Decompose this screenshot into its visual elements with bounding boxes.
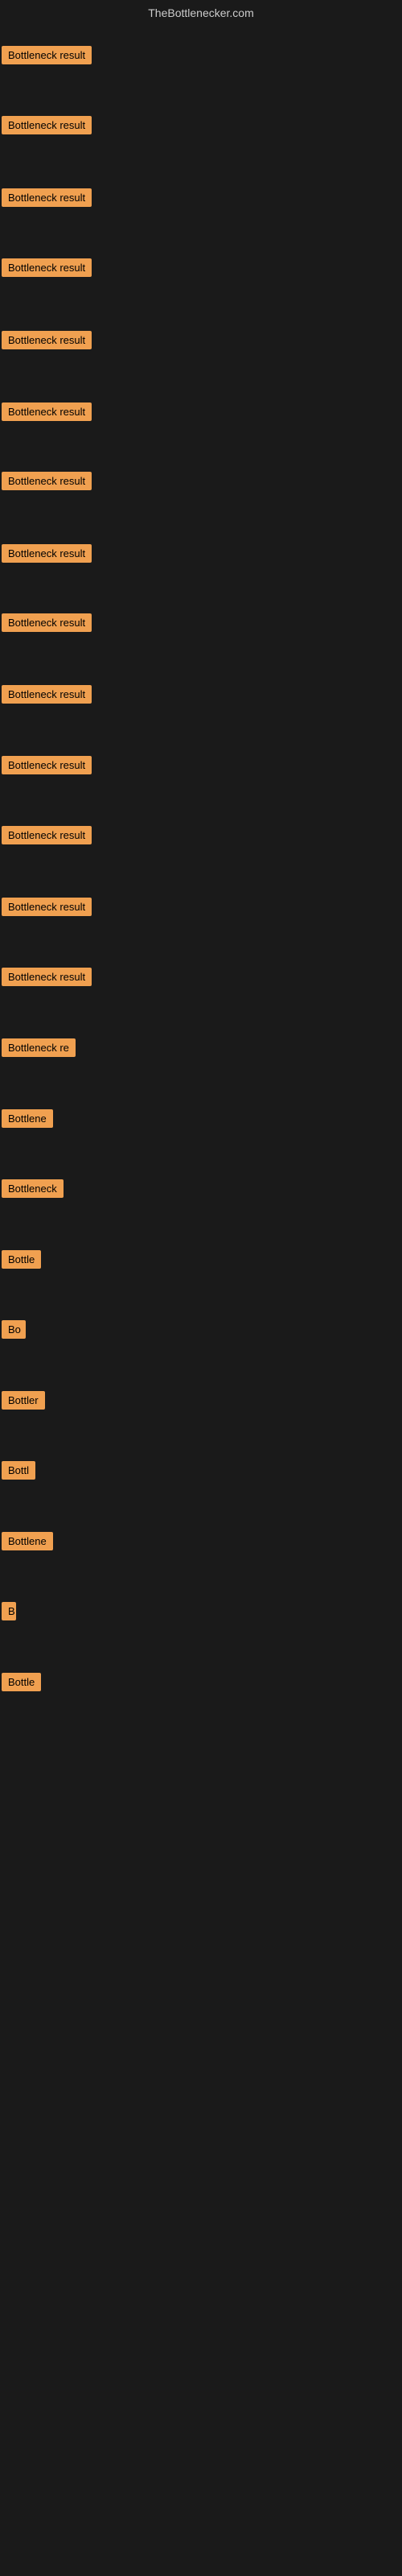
bottleneck-item-22: Bottlene	[2, 1532, 53, 1554]
bottleneck-badge-8[interactable]: Bottleneck result	[2, 544, 92, 563]
bottleneck-item-1: Bottleneck result	[2, 46, 92, 68]
bottleneck-item-6: Bottleneck result	[2, 402, 92, 425]
bottleneck-badge-10[interactable]: Bottleneck result	[2, 685, 92, 704]
bottleneck-badge-1[interactable]: Bottleneck result	[2, 46, 92, 64]
bottleneck-badge-5[interactable]: Bottleneck result	[2, 331, 92, 349]
bottleneck-badge-21[interactable]: Bottl	[2, 1461, 35, 1480]
bottleneck-item-12: Bottleneck result	[2, 826, 92, 848]
bottleneck-item-8: Bottleneck result	[2, 544, 92, 567]
bottleneck-badge-22[interactable]: Bottlene	[2, 1532, 53, 1550]
bottleneck-badge-20[interactable]: Bottler	[2, 1391, 45, 1410]
bottleneck-item-5: Bottleneck result	[2, 331, 92, 353]
bottleneck-item-10: Bottleneck result	[2, 685, 92, 708]
bottleneck-item-4: Bottleneck result	[2, 258, 92, 281]
bottleneck-badge-19[interactable]: Bo	[2, 1320, 26, 1339]
bottleneck-item-2: Bottleneck result	[2, 116, 92, 138]
bottleneck-badge-16[interactable]: Bottlene	[2, 1109, 53, 1128]
bottleneck-item-14: Bottleneck result	[2, 968, 92, 990]
bottleneck-item-7: Bottleneck result	[2, 472, 92, 494]
bottleneck-badge-12[interactable]: Bottleneck result	[2, 826, 92, 844]
bottleneck-badge-11[interactable]: Bottleneck result	[2, 756, 92, 774]
bottleneck-item-21: Bottl	[2, 1461, 35, 1484]
bottleneck-badge-3[interactable]: Bottleneck result	[2, 188, 92, 207]
bottleneck-badge-23[interactable]: B	[2, 1602, 16, 1620]
bottleneck-badge-9[interactable]: Bottleneck result	[2, 613, 92, 632]
bottleneck-badge-18[interactable]: Bottle	[2, 1250, 41, 1269]
bottleneck-badge-15[interactable]: Bottleneck re	[2, 1038, 76, 1057]
bottleneck-badge-7[interactable]: Bottleneck result	[2, 472, 92, 490]
bottleneck-badge-17[interactable]: Bottleneck	[2, 1179, 64, 1198]
bottleneck-badge-6[interactable]: Bottleneck result	[2, 402, 92, 421]
bottleneck-badge-24[interactable]: Bottle	[2, 1673, 41, 1691]
bottleneck-badge-2[interactable]: Bottleneck result	[2, 116, 92, 134]
bottleneck-item-13: Bottleneck result	[2, 898, 92, 920]
bottleneck-item-9: Bottleneck result	[2, 613, 92, 636]
bottleneck-item-19: Bo	[2, 1320, 26, 1343]
bottleneck-item-20: Bottler	[2, 1391, 45, 1414]
bottleneck-item-15: Bottleneck re	[2, 1038, 76, 1061]
site-title: TheBottlenecker.com	[0, 0, 402, 26]
bottleneck-item-11: Bottleneck result	[2, 756, 92, 778]
bottleneck-item-3: Bottleneck result	[2, 188, 92, 211]
bottleneck-badge-14[interactable]: Bottleneck result	[2, 968, 92, 986]
bottleneck-item-18: Bottle	[2, 1250, 41, 1273]
bottleneck-badge-4[interactable]: Bottleneck result	[2, 258, 92, 277]
bottleneck-item-23: B	[2, 1602, 16, 1624]
bottleneck-item-17: Bottleneck	[2, 1179, 64, 1202]
bottleneck-item-16: Bottlene	[2, 1109, 53, 1132]
bottleneck-item-24: Bottle	[2, 1673, 41, 1695]
bottleneck-badge-13[interactable]: Bottleneck result	[2, 898, 92, 916]
